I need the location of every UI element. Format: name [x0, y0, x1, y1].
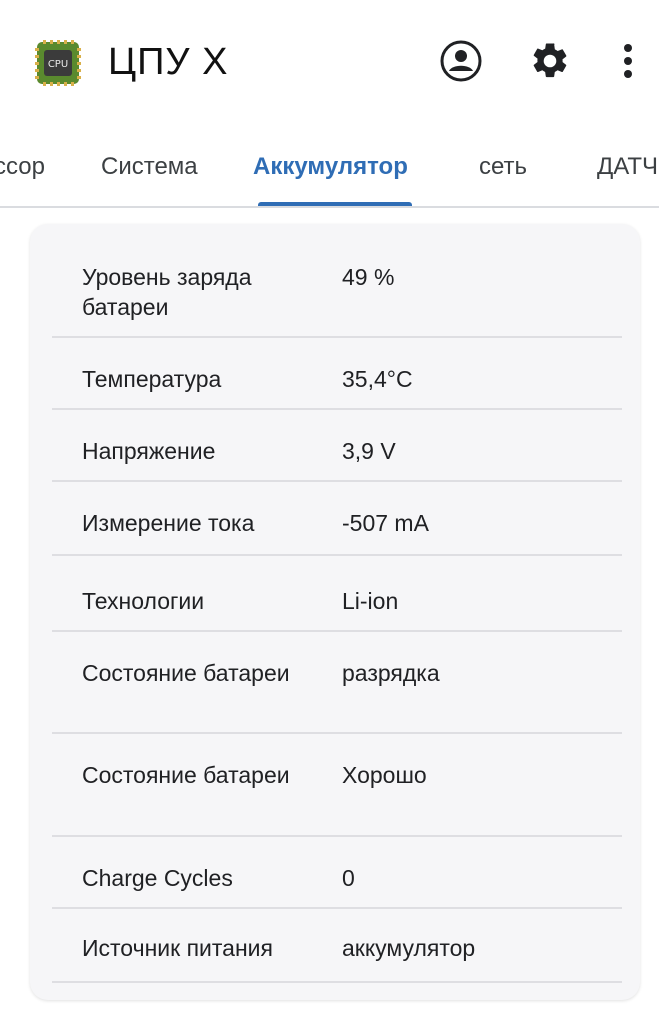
- app-title: ЦПУ X: [108, 41, 229, 83]
- info-label: Источник питания: [82, 935, 273, 961]
- account-circle-icon: [440, 40, 482, 82]
- info-row-battery-level: Уровень заряда батареи 49 %: [52, 224, 622, 338]
- info-value: 35,4°C: [342, 366, 413, 392]
- more-vertical-icon: [624, 44, 632, 78]
- tab-system[interactable]: Система: [101, 152, 198, 182]
- info-label: Charge Cycles: [82, 865, 233, 891]
- info-value: -507 mA: [342, 510, 429, 536]
- cpu-chip-icon: CPU: [33, 38, 83, 88]
- info-row-temperature: Температура 35,4°C: [52, 338, 622, 410]
- info-row-technology: Технологии Li-ion: [52, 556, 622, 632]
- info-row-battery-health: Состояние батареи Хорошо: [52, 734, 622, 837]
- svg-text:CPU: CPU: [48, 59, 68, 70]
- info-label: Уровень заряда батареи: [82, 264, 252, 320]
- info-value: разрядка: [342, 660, 440, 686]
- more-options-button[interactable]: [606, 38, 650, 84]
- tab-sensors[interactable]: ДАТЧ: [597, 152, 658, 182]
- info-value: Хорошо: [342, 762, 427, 788]
- active-tab-indicator: [258, 202, 412, 206]
- app-bar: CPU ЦПУ X: [0, 0, 659, 124]
- tab-network[interactable]: сеть: [479, 152, 527, 182]
- tab-processor[interactable]: ссор: [0, 152, 45, 182]
- tab-bar: ссор Система Аккумулятор сеть ДАТЧ: [0, 124, 659, 208]
- battery-info-card: Уровень заряда батареи 49 % Температура …: [30, 224, 640, 1000]
- info-label: Технологии: [82, 588, 205, 614]
- account-button[interactable]: [438, 38, 484, 84]
- info-label: Температура: [82, 366, 222, 392]
- info-label: Напряжение: [82, 438, 216, 464]
- info-row-charge-cycles: Charge Cycles 0: [52, 837, 622, 909]
- info-value: аккумулятор: [342, 935, 476, 961]
- info-value: 0: [342, 865, 355, 891]
- tab-battery[interactable]: Аккумулятор: [253, 152, 408, 182]
- info-value: 3,9 V: [342, 438, 396, 464]
- gear-icon: [533, 43, 567, 78]
- info-row-current: Измерение тока -507 mA: [52, 482, 622, 556]
- info-label: Измерение тока: [82, 510, 255, 536]
- info-label: Состояние батареи: [82, 660, 290, 686]
- info-row-power-source: Источник питания аккумулятор: [52, 909, 622, 983]
- info-label: Состояние батареи: [82, 762, 290, 788]
- info-row-battery-status: Состояние батареи разрядка: [52, 632, 622, 734]
- info-value: Li-ion: [342, 588, 399, 614]
- info-value: 49 %: [342, 264, 395, 290]
- info-row-voltage: Напряжение 3,9 V: [52, 410, 622, 482]
- settings-button[interactable]: [527, 38, 573, 84]
